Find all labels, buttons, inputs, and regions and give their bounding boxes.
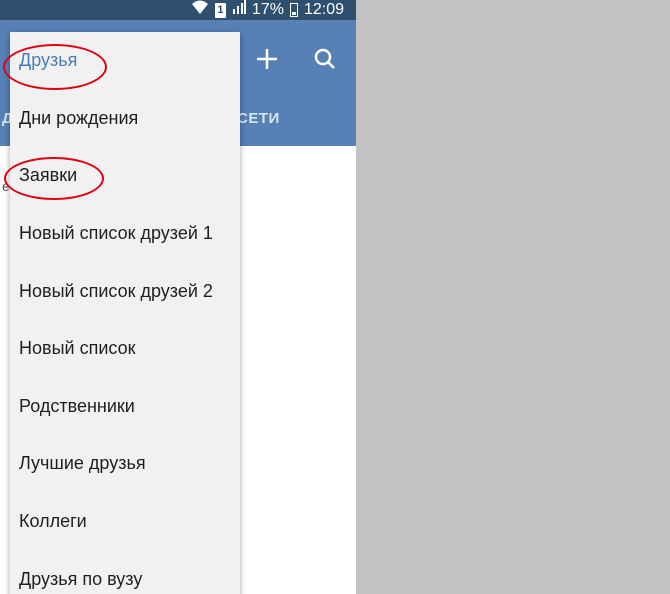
menu-item-label: Лучшие друзья: [19, 453, 146, 474]
menu-item-colleagues[interactable]: Коллеги: [10, 493, 240, 551]
content-peek-text: е: [2, 178, 10, 194]
menu-item-new-friends-list-1[interactable]: Новый список друзей 1: [10, 205, 240, 263]
menu-item-label: Родственники: [19, 395, 135, 416]
menu-item-requests[interactable]: Заявки: [10, 147, 240, 205]
menu-item-best-friends[interactable]: Лучшие друзья: [10, 435, 240, 493]
plus-icon[interactable]: [250, 42, 284, 76]
signal-icon: [232, 0, 246, 21]
status-bar: 1 17% 12:09: [0, 0, 356, 20]
menu-item-label: Новый список друзей 1: [19, 223, 213, 244]
menu-item-label: Дни рождения: [19, 107, 139, 128]
menu-item-label: Друзья по вузу: [19, 568, 143, 589]
search-icon[interactable]: [308, 42, 342, 76]
menu-item-label: Коллеги: [19, 511, 87, 532]
sim-icon: 1: [214, 2, 226, 18]
menu-item-friends[interactable]: Друзья: [10, 32, 240, 90]
menu-item-label: Новый список друзей 2: [19, 280, 213, 301]
clock: 12:09: [303, 1, 344, 18]
battery-icon: [289, 3, 298, 17]
menu-item-new-friends-list-2[interactable]: Новый список друзей 2: [10, 262, 240, 320]
menu-item-relatives[interactable]: Родственники: [10, 378, 240, 436]
menu-item-birthdays[interactable]: Дни рождения: [10, 90, 240, 148]
tab-networks-partial[interactable]: СЕТИ: [237, 110, 280, 127]
wifi-icon: [191, 0, 209, 21]
status-indicators: 1 17% 12:09: [191, 0, 344, 20]
menu-item-label: Новый список: [19, 338, 136, 359]
phone-screen: 1 17% 12:09 Д СЕТИ е Друзья Дни рождения…: [0, 0, 356, 594]
battery-percent: 17%: [251, 1, 284, 18]
toolbar-actions: [250, 42, 342, 76]
empty-background-area: [356, 0, 670, 594]
menu-item-label: Заявки: [19, 165, 78, 186]
menu-item-university-friends[interactable]: Друзья по вузу: [10, 550, 240, 594]
menu-item-new-list[interactable]: Новый список: [10, 320, 240, 378]
friends-list-dropdown: Друзья Дни рождения Заявки Новый список …: [10, 32, 240, 594]
menu-item-label: Друзья: [19, 50, 78, 71]
